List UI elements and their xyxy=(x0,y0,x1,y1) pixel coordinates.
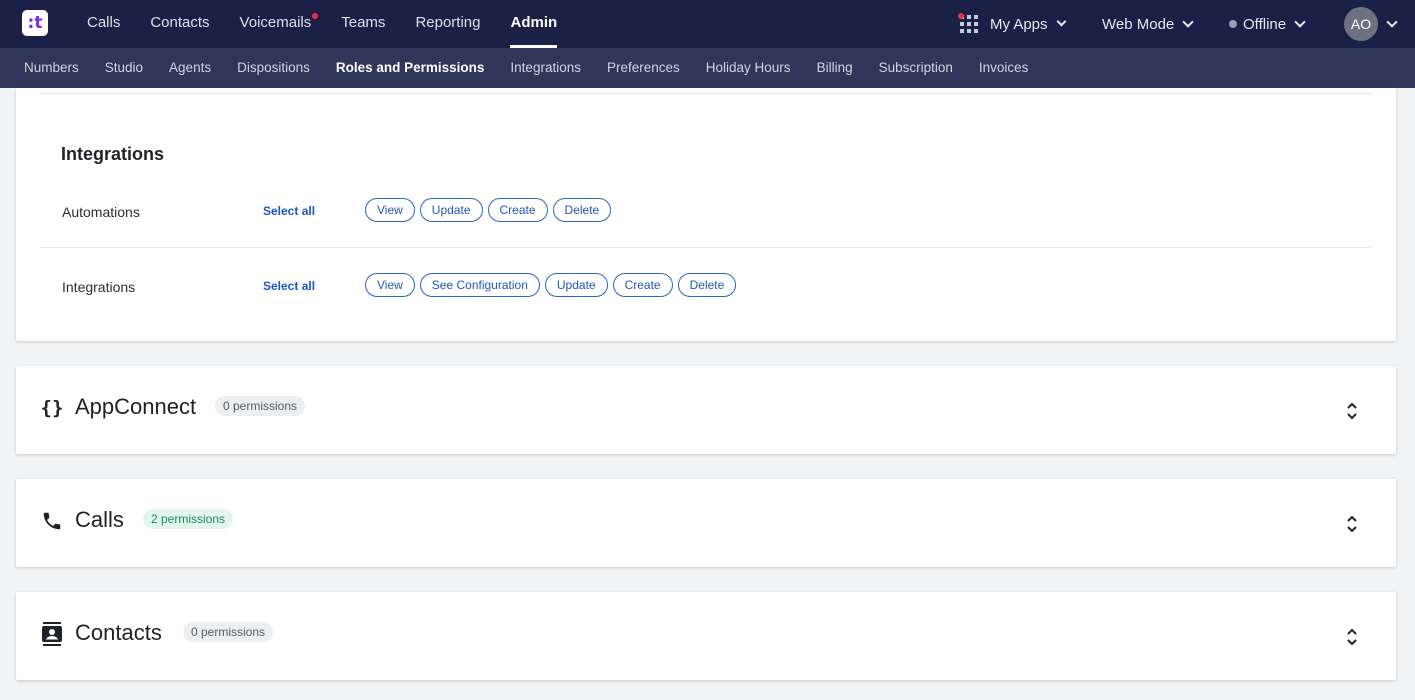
permission-group-contacts[interactable]: Contacts 0 permissions xyxy=(16,592,1396,680)
group-title: AppConnect xyxy=(75,394,197,419)
permission-count-badge: 0 permissions xyxy=(183,622,274,642)
permission-create-button[interactable]: Create xyxy=(487,198,548,222)
divider xyxy=(40,93,1372,94)
group-title: Calls xyxy=(75,507,124,532)
expand-collapse-icon[interactable] xyxy=(1342,513,1362,535)
subnav-integrations[interactable]: Integrations xyxy=(497,48,594,88)
chevron-down-icon xyxy=(1182,15,1194,28)
permission-count-badge: 2 permissions xyxy=(143,509,234,529)
logo-glyph: ꞉t xyxy=(27,13,43,33)
subnav-numbers[interactable]: Numbers xyxy=(11,48,92,88)
subnav-preferences[interactable]: Preferences xyxy=(594,48,693,88)
top-navigation-bar: ꞉t Calls Contacts Voicemails Teams Repor… xyxy=(0,0,1415,48)
phone-icon xyxy=(40,509,64,533)
nav-item-admin[interactable]: Admin xyxy=(495,0,572,48)
permission-row-label: Integrations xyxy=(62,279,136,295)
group-title: Contacts xyxy=(75,620,162,645)
permission-actions: View See Configuration Update Create Del… xyxy=(365,273,741,297)
braces-glyph: {} xyxy=(40,397,64,419)
section-title: Integrations xyxy=(61,144,165,164)
select-all-link[interactable]: Select all xyxy=(263,279,315,293)
select-all-link[interactable]: Select all xyxy=(263,204,315,218)
expand-collapse-icon[interactable] xyxy=(1342,626,1362,648)
subnav-subscription[interactable]: Subscription xyxy=(866,48,966,88)
status-menu[interactable]: Offline xyxy=(1229,0,1306,48)
permission-update-button[interactable]: Update xyxy=(544,273,608,297)
nav-item-reporting[interactable]: Reporting xyxy=(400,0,495,48)
subnav-holiday-hours[interactable]: Holiday Hours xyxy=(693,48,804,88)
admin-sub-navigation: Numbers Studio Agents Dispositions Roles… xyxy=(0,48,1415,88)
subnav-billing[interactable]: Billing xyxy=(804,48,866,88)
nav-item-voicemails-label: Voicemails xyxy=(239,14,312,31)
apps-notification-dot xyxy=(958,13,964,19)
my-apps-label: My Apps xyxy=(990,15,1048,33)
account-menu-toggle[interactable] xyxy=(1378,0,1398,48)
app-logo[interactable]: ꞉t xyxy=(22,10,48,36)
nav-item-voicemails[interactable]: Voicemails xyxy=(225,0,327,48)
braces-icon: {} xyxy=(40,396,64,420)
integrations-permissions-card: Integrations Automations Select all View… xyxy=(16,88,1396,341)
permission-delete-button[interactable]: Delete xyxy=(677,273,737,297)
subnav-agents[interactable]: Agents xyxy=(156,48,224,88)
permission-count-badge: 0 permissions xyxy=(215,396,306,416)
permission-row-label: Automations xyxy=(62,204,140,220)
chevron-down-icon xyxy=(1056,16,1066,27)
permission-row-integrations: Integrations Select all View See Configu… xyxy=(16,273,1396,303)
permission-row-automations: Automations Select all View Update Creat… xyxy=(16,198,1396,228)
subnav-roles-and-permissions[interactable]: Roles and Permissions xyxy=(323,48,498,88)
nav-item-contacts[interactable]: Contacts xyxy=(135,0,224,48)
expand-collapse-icon[interactable] xyxy=(1342,400,1362,422)
voicemail-notification-dot xyxy=(312,13,319,19)
permission-view-button[interactable]: View xyxy=(365,273,415,297)
web-mode-label: Web Mode xyxy=(1102,15,1175,33)
subnav-dispositions[interactable]: Dispositions xyxy=(224,48,323,88)
my-apps-menu[interactable]: My Apps xyxy=(958,0,1066,48)
permission-delete-button[interactable]: Delete xyxy=(552,198,612,222)
permission-see-configuration-button[interactable]: See Configuration xyxy=(419,273,540,297)
permission-group-calls[interactable]: Calls 2 permissions xyxy=(16,479,1396,567)
status-dot-icon xyxy=(1229,20,1237,28)
nav-item-calls[interactable]: Calls xyxy=(72,0,135,48)
subnav-studio[interactable]: Studio xyxy=(92,48,156,88)
permission-create-button[interactable]: Create xyxy=(612,273,673,297)
chevron-down-icon xyxy=(1386,15,1398,28)
avatar-initials: AO xyxy=(1350,16,1372,32)
permission-group-appconnect[interactable]: {} AppConnect 0 permissions xyxy=(16,366,1396,454)
avatar[interactable]: AO xyxy=(1344,7,1378,41)
permission-view-button[interactable]: View xyxy=(365,198,415,222)
contacts-icon xyxy=(40,622,64,646)
subnav-invoices[interactable]: Invoices xyxy=(966,48,1042,88)
status-label: Offline xyxy=(1243,15,1287,33)
apps-grid-icon xyxy=(958,13,978,33)
nav-item-teams[interactable]: Teams xyxy=(326,0,400,48)
divider xyxy=(40,247,1372,248)
permission-update-button[interactable]: Update xyxy=(419,198,483,222)
permission-actions: View Update Create Delete xyxy=(365,198,616,222)
chevron-down-icon xyxy=(1294,15,1306,28)
main-nav: Calls Contacts Voicemails Teams Reportin… xyxy=(72,0,572,48)
web-mode-menu[interactable]: Web Mode xyxy=(1102,0,1194,48)
